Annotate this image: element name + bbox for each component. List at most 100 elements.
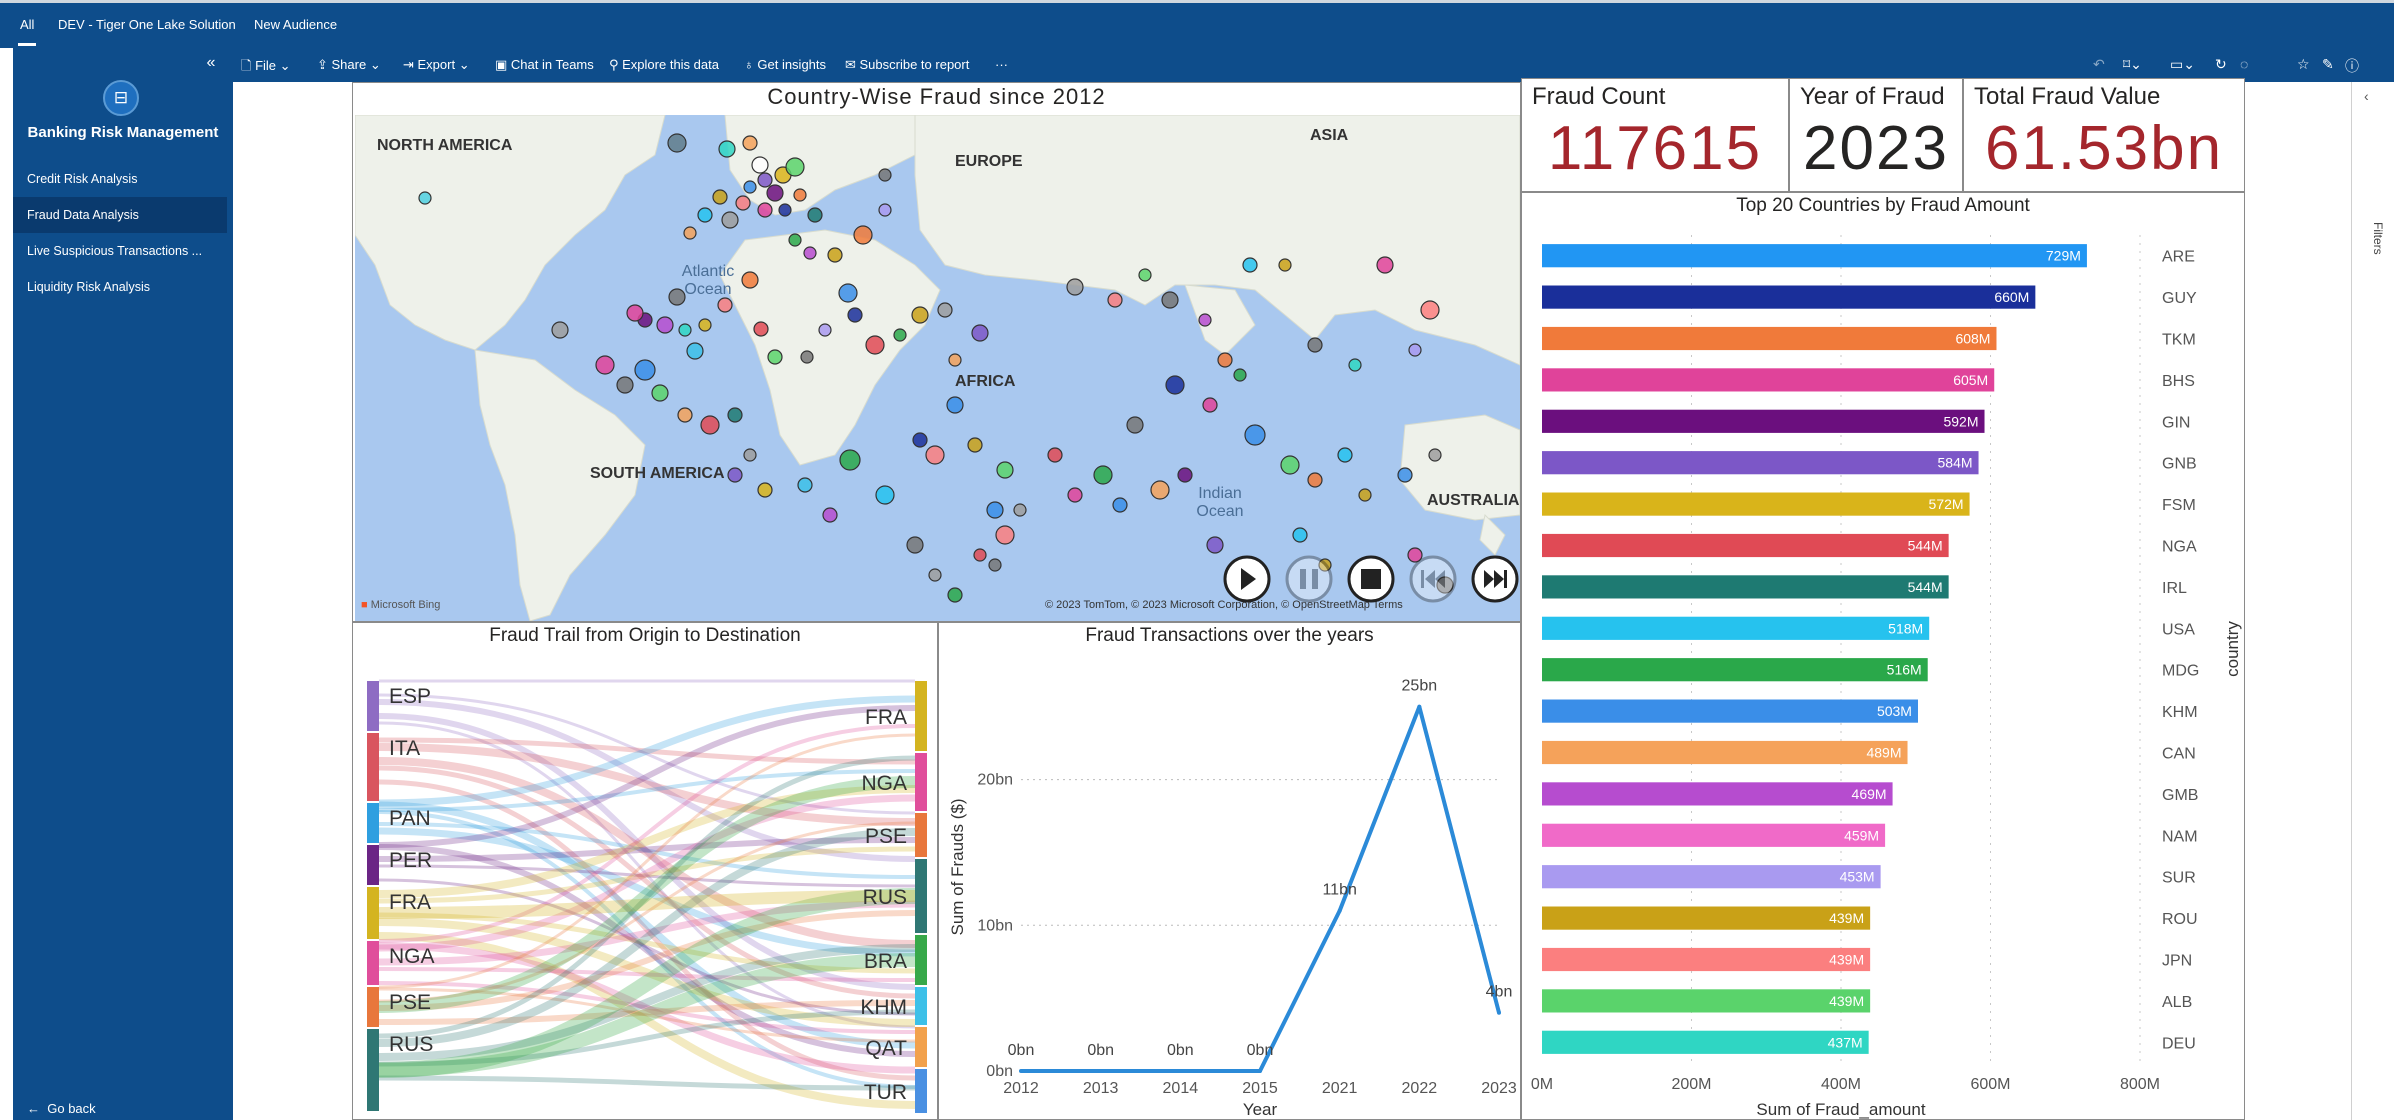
total-fraud-value-title: Total Fraud Value [1974, 83, 2161, 110]
undo-icon[interactable]: ↶ [2093, 56, 2105, 73]
line-point [1417, 704, 1422, 709]
refresh-icon[interactable]: ↻ [2215, 56, 2227, 73]
bar-mdg [1542, 658, 1928, 682]
chat-in-teams-button[interactable]: ▣ Chat in Teams [495, 57, 594, 73]
audience-link[interactable]: New Audience [254, 17, 337, 32]
filters-pane[interactable]: ‹ Filters [2351, 82, 2394, 1120]
data-label: 518M [1888, 620, 1923, 636]
workspace-link[interactable]: DEV - Tiger One Lake Solution [58, 17, 236, 32]
y-tick-label: MDG [2162, 663, 2199, 680]
total-fraud-value: 61.53bn [1984, 114, 2224, 183]
destination-label: BRA [864, 950, 907, 973]
bar-sur [1542, 865, 1881, 889]
australia-label: AUSTRALIA [1427, 492, 1520, 509]
y-tick-label: DEU [2162, 1035, 2196, 1052]
sidebar-item-credit-risk[interactable]: Credit Risk Analysis [13, 161, 227, 197]
y-tick-label: FSM [2162, 497, 2196, 514]
top-countries-bar-visual[interactable]: Top 20 Countries by Fraud Amount 0M 200M 4… [1521, 192, 2245, 1120]
play-icon[interactable] [1223, 555, 1271, 603]
x-tick-label: 2021 [1322, 1080, 1358, 1097]
origin-label: PSE [389, 991, 431, 1014]
origin-node-esp [367, 681, 379, 731]
sidebar-item-liquidity-risk[interactable]: Liquidity Risk Analysis [13, 269, 227, 305]
y-tick-label: GUY [2162, 290, 2197, 307]
comment-icon[interactable]: ◌ [2240, 56, 2248, 72]
info-icon[interactable]: ⓘ [2345, 56, 2359, 76]
expand-filters-icon[interactable]: ‹ [2364, 88, 2369, 104]
origin-node-nga [367, 941, 379, 985]
get-insights-button[interactable]: ♁ Get insights [744, 57, 826, 72]
x-axis-title: Year [1243, 1100, 1278, 1119]
data-label: 4bn [1486, 984, 1513, 1001]
bookmark-icon[interactable]: ⌑⌄ [2123, 56, 2142, 73]
fraud-line-chart-visual[interactable]: Fraud Transactions over the years 0bn 10b… [938, 622, 1521, 1120]
bing-label: Microsoft Bing [370, 599, 441, 611]
origin-node-fra [367, 887, 379, 939]
destination-label: RUS [863, 886, 907, 909]
subscribe-button[interactable]: ✉ Subscribe to report [845, 57, 969, 73]
origin-node-pse [367, 987, 379, 1027]
sidebar-item-live-suspicious[interactable]: Live Suspicious Transactions ... [13, 233, 227, 269]
data-label: 11bn [1322, 882, 1356, 899]
data-label: 489M [1866, 745, 1901, 761]
origin-label: RUS [389, 1033, 433, 1056]
all-tab[interactable]: All [20, 17, 34, 32]
more-options-button[interactable]: ··· [995, 57, 1008, 72]
edit-icon[interactable]: ✎ [2322, 56, 2334, 73]
data-label: 439M [1829, 993, 1864, 1009]
data-label: 25bn [1402, 678, 1438, 695]
view-icon[interactable]: ▭⌄ [2170, 56, 2195, 73]
data-label: 453M [1840, 869, 1875, 885]
data-label: 660M [1994, 289, 2029, 305]
fraud-trend-line [1021, 704, 1501, 1073]
line-point [1178, 1069, 1183, 1073]
destination-node-bra [915, 935, 927, 985]
bar-can [1542, 740, 1908, 765]
data-label: 0bn [1247, 1042, 1274, 1059]
export-menu[interactable]: ⇥ Export ⌄ [403, 57, 470, 73]
origin-label: ITA [389, 737, 420, 760]
all-tab-underline [18, 43, 36, 46]
total-fraud-value-card[interactable]: Total Fraud Value 61.53bn [1963, 78, 2245, 192]
origin-node-ita [367, 733, 379, 801]
back-arrow-icon: ← [27, 1101, 48, 1116]
x-tick-label: 2015 [1242, 1080, 1278, 1097]
bar-chart: 0M 200M 400M 600M 800M Sum of Fraud_amount cou… [1531, 235, 2242, 1119]
year-of-fraud-card[interactable]: Year of Fraud 2023 [1789, 78, 1963, 192]
fraud-map-visual[interactable]: Country-Wise Fraud since 2012 NORTH AMER… [352, 82, 1521, 622]
world-map[interactable]: NORTH AMERICA SOUTH AMERICA EUROPE ASIA … [354, 114, 1520, 621]
sidebar-item-fraud-data[interactable]: Fraud Data Analysis [13, 197, 227, 233]
destination-label: NGA [861, 772, 907, 795]
pause-icon[interactable] [1285, 555, 1333, 603]
fast-forward-icon[interactable] [1471, 555, 1519, 603]
go-back-link[interactable]: ← Go back [27, 1101, 96, 1116]
share-icon: ⇪ [317, 57, 332, 72]
destination-label: PSE [865, 825, 907, 848]
line-point [1337, 908, 1342, 913]
line-chart-title: Fraud Transactions over the years [1085, 625, 1374, 646]
fraud-count-title: Fraud Count [1532, 83, 1666, 110]
fraud-trail-sankey[interactable]: Fraud Trail from Origin to Destination E… [352, 622, 938, 1120]
explore-data-button[interactable]: ⚲ Explore this data [609, 57, 719, 73]
y-tick-label: CAN [2162, 746, 2196, 763]
origin-node-rus [367, 1029, 379, 1111]
favorite-icon[interactable]: ☆ [2297, 56, 2310, 73]
y-tick-label: SUR [2162, 870, 2196, 887]
fraud-count-card[interactable]: Fraud Count 117615 [1521, 78, 1789, 192]
africa-label: AFRICA [955, 373, 1016, 390]
destination-label: FRA [865, 706, 907, 729]
y-tick-label: 20bn [977, 772, 1013, 789]
collapse-chevron-icon[interactable]: « [201, 54, 221, 74]
y-tick-label: ALB [2162, 994, 2192, 1011]
bar-alb [1542, 989, 1871, 1013]
file-menu[interactable]: 🗋 File ⌄ [241, 57, 291, 79]
share-menu[interactable]: ⇪ Share ⌄ [317, 57, 381, 73]
destination-node-pse [915, 813, 927, 857]
bar-jpn [1542, 947, 1871, 972]
file-label: File [255, 58, 277, 73]
y-tick-label: GMB [2162, 787, 2198, 804]
rewind-icon[interactable] [1409, 555, 1457, 603]
data-label: 503M [1877, 703, 1912, 719]
stop-icon[interactable] [1347, 555, 1395, 603]
top-bar: All DEV - Tiger One Lake Solution New Au… [0, 0, 2394, 48]
